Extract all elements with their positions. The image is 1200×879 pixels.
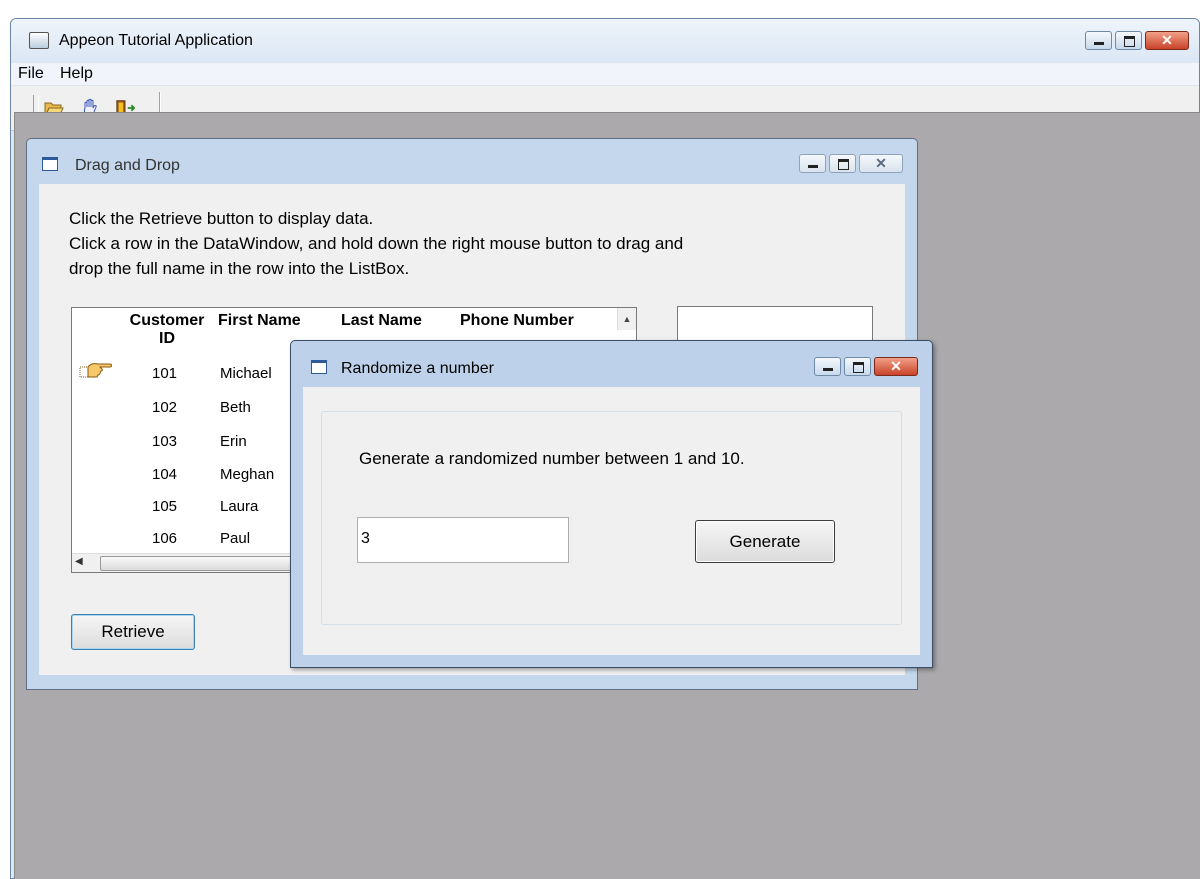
randomize-maximize-button[interactable] bbox=[844, 357, 871, 376]
instruction-line: Click a row in the DataWindow, and hold … bbox=[69, 234, 684, 253]
randomize-title: Randomize a number bbox=[341, 360, 494, 377]
main-minimize-button[interactable] bbox=[1085, 31, 1112, 50]
minimize-icon bbox=[1094, 42, 1104, 45]
randomize-caption-buttons: ✕ bbox=[814, 357, 918, 376]
maximize-icon bbox=[853, 362, 864, 373]
cell-customer-id[interactable]: 106 bbox=[152, 530, 177, 547]
main-close-button[interactable]: ✕ bbox=[1145, 31, 1189, 50]
cell-first-name[interactable]: Meghan bbox=[220, 466, 274, 483]
main-title-bar[interactable]: Appeon Tutorial Application ✕ bbox=[11, 19, 1199, 63]
cell-customer-id[interactable]: 105 bbox=[152, 498, 177, 515]
instructions: Click the Retrieve button to display dat… bbox=[69, 206, 683, 281]
menu-file[interactable]: File bbox=[18, 65, 44, 83]
randomize-client: Generate a randomized number between 1 a… bbox=[303, 387, 920, 655]
app-icon bbox=[29, 32, 49, 49]
drag-drop-title: Drag and Drop bbox=[75, 157, 180, 174]
cell-first-name[interactable]: Laura bbox=[220, 498, 258, 515]
scroll-left-icon[interactable]: ◀ bbox=[75, 556, 83, 567]
instruction-line: Click the Retrieve button to display dat… bbox=[69, 209, 374, 228]
main-window-title: Appeon Tutorial Application bbox=[59, 32, 253, 49]
scroll-up-button[interactable]: ▲ bbox=[617, 308, 636, 330]
column-header-first-name: First Name bbox=[218, 312, 301, 329]
main-caption-buttons: ✕ bbox=[1085, 31, 1189, 50]
maximize-icon bbox=[1124, 36, 1135, 47]
cell-customer-id[interactable]: 102 bbox=[152, 399, 177, 416]
cell-customer-id[interactable]: 101 bbox=[152, 365, 177, 382]
cell-customer-id[interactable]: 104 bbox=[152, 466, 177, 483]
minimize-icon bbox=[808, 165, 818, 168]
column-header-phone-number: Phone Number bbox=[460, 312, 574, 329]
close-icon: ✕ bbox=[1161, 32, 1173, 48]
randomize-close-button[interactable]: ✕ bbox=[874, 357, 918, 376]
randomize-description: Generate a randomized number between 1 a… bbox=[359, 449, 745, 468]
column-header-last-name: Last Name bbox=[341, 312, 422, 329]
scroll-thumb[interactable] bbox=[100, 556, 302, 571]
cell-first-name[interactable]: Paul bbox=[220, 530, 250, 547]
drag-drop-minimize-button[interactable] bbox=[799, 154, 826, 173]
close-icon: ✕ bbox=[875, 155, 887, 171]
window-icon bbox=[42, 157, 58, 171]
column-header-customer-id: Customer ID bbox=[129, 312, 205, 347]
menu-bar: File Help bbox=[11, 63, 1199, 86]
cell-first-name[interactable]: Beth bbox=[220, 399, 251, 416]
window-icon bbox=[311, 360, 327, 374]
minimize-icon bbox=[823, 368, 833, 371]
drag-drop-caption-buttons: ✕ bbox=[799, 154, 903, 173]
randomize-minimize-button[interactable] bbox=[814, 357, 841, 376]
maximize-icon bbox=[838, 159, 849, 170]
randomize-window: Randomize a number ✕ Generate a randomiz… bbox=[290, 340, 933, 668]
drag-drop-close-button[interactable]: ✕ bbox=[859, 154, 903, 173]
menu-help[interactable]: Help bbox=[60, 65, 93, 83]
generate-button[interactable]: Generate bbox=[695, 520, 835, 563]
drag-drop-maximize-button[interactable] bbox=[829, 154, 856, 173]
row-pointer-icon bbox=[79, 363, 112, 378]
cell-first-name[interactable]: Michael bbox=[220, 365, 272, 382]
close-icon: ✕ bbox=[890, 358, 902, 374]
retrieve-button[interactable]: Retrieve bbox=[71, 614, 195, 650]
main-maximize-button[interactable] bbox=[1115, 31, 1142, 50]
instruction-line: drop the full name in the row into the L… bbox=[69, 259, 410, 278]
cell-first-name[interactable]: Erin bbox=[220, 433, 247, 450]
random-number-field[interactable]: 3 bbox=[357, 517, 569, 563]
cell-customer-id[interactable]: 103 bbox=[152, 433, 177, 450]
